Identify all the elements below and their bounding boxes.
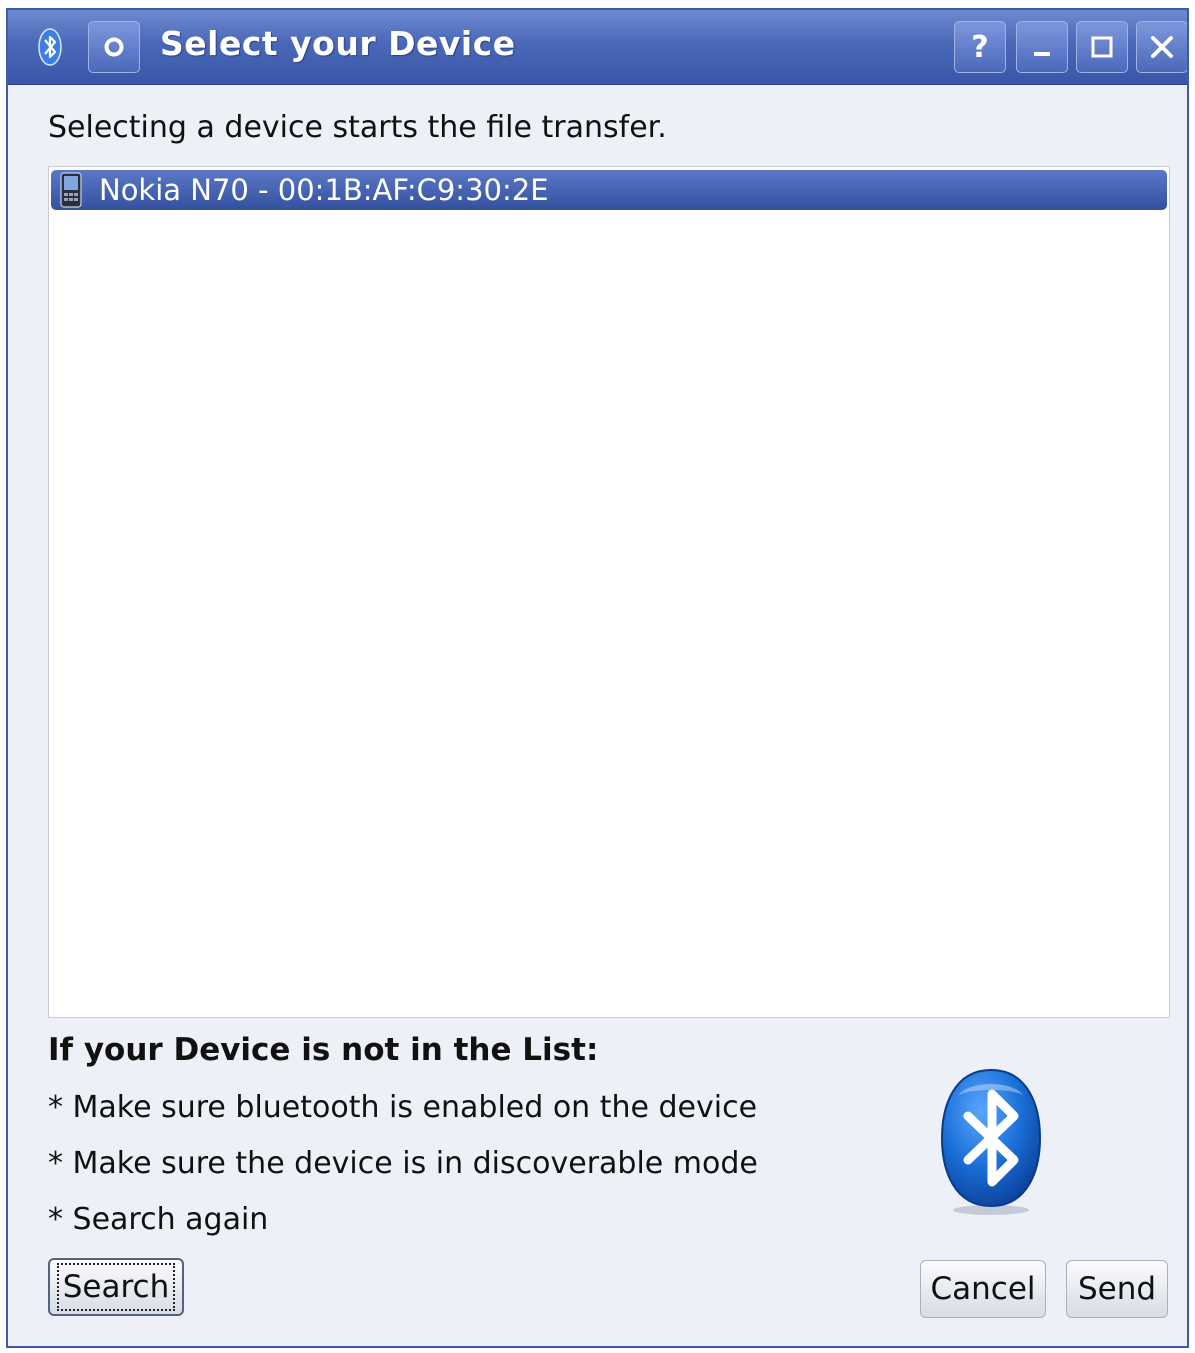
send-button[interactable]: Send — [1066, 1260, 1168, 1318]
minimize-button[interactable] — [1016, 21, 1068, 73]
cancel-button[interactable]: Cancel — [920, 1260, 1046, 1318]
search-button-label: Search — [56, 1263, 176, 1311]
send-button-label: Send — [1077, 1271, 1157, 1307]
maximize-button[interactable] — [1076, 21, 1128, 73]
phone-icon — [57, 172, 85, 208]
device-list-item[interactable]: Nokia N70 - 00:1B:AF:C9:30:2E — [51, 170, 1167, 210]
intro-text: Selecting a device starts the file trans… — [48, 110, 667, 145]
help-heading: If your Device is not in the List: — [48, 1032, 599, 1068]
search-button[interactable]: Search — [48, 1258, 184, 1316]
window-menu-button[interactable] — [88, 21, 140, 73]
device-list[interactable]: Nokia N70 - 00:1B:AF:C9:30:2E — [48, 166, 1170, 1018]
help-button[interactable]: ? — [954, 21, 1006, 73]
cancel-button-label: Cancel — [930, 1271, 1036, 1307]
device-label: Nokia N70 - 00:1B:AF:C9:30:2E — [99, 173, 549, 207]
help-icon: ? — [971, 29, 989, 65]
close-button[interactable] — [1136, 21, 1187, 73]
help-line: * Make sure bluetooth is enabled on the … — [48, 1090, 758, 1125]
bluetooth-app-icon[interactable] — [36, 26, 64, 68]
help-line: * Search again — [48, 1202, 269, 1237]
maximize-icon — [1091, 36, 1113, 58]
close-icon — [1151, 36, 1173, 58]
title-bar[interactable]: Select your Device ? — [8, 10, 1187, 85]
bluetooth-logo-icon — [936, 1066, 1046, 1216]
help-line: * Make sure the device is in discoverabl… — [48, 1146, 758, 1181]
minimize-icon — [1034, 52, 1050, 56]
select-device-dialog: Select your Device ? Selecting a device … — [6, 8, 1189, 1348]
window-menu-icon — [104, 37, 124, 57]
window-title: Select your Device — [160, 24, 516, 63]
